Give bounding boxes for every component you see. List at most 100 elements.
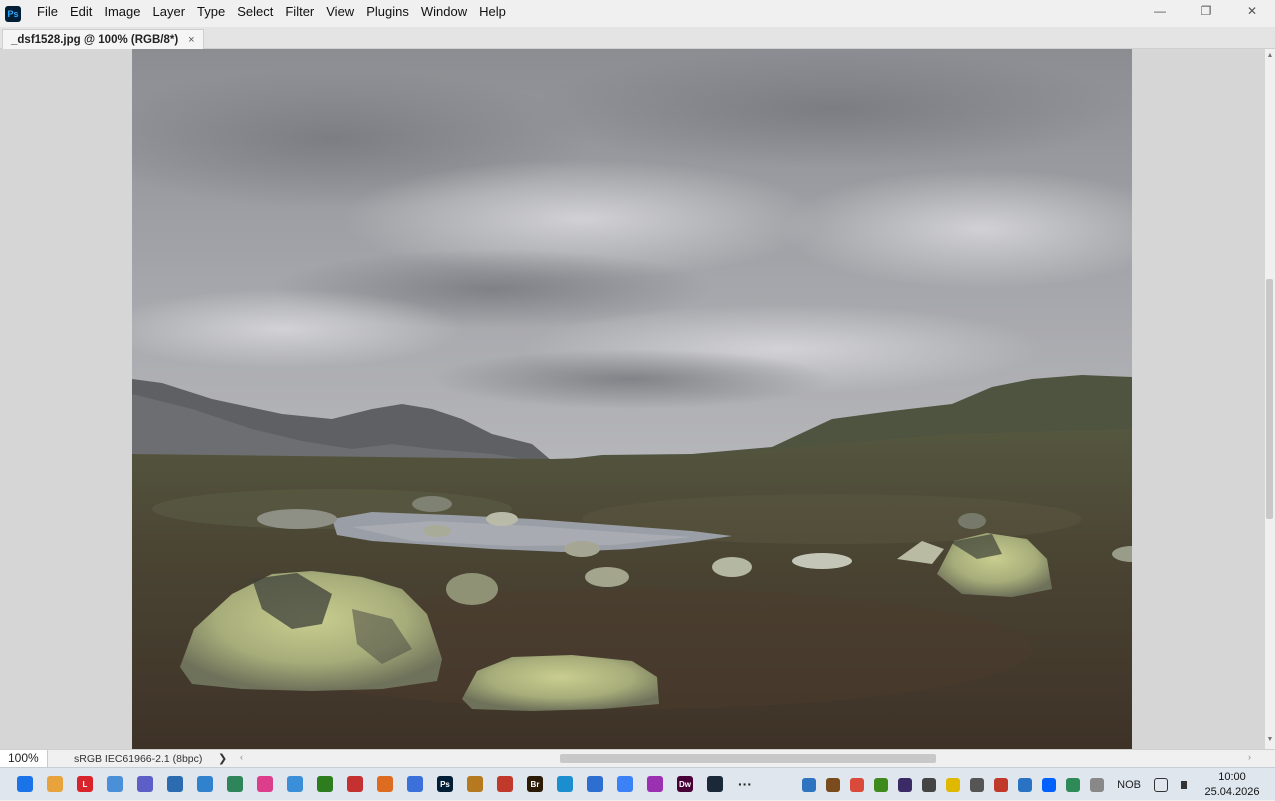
tray-dropbox-icon-glyph <box>1042 777 1057 792</box>
tray-infinity-icon[interactable] <box>917 770 941 800</box>
menu-type[interactable]: Type <box>191 0 231 27</box>
windows-start-icon[interactable] <box>10 769 40 799</box>
display-icon[interactable] <box>1149 770 1173 800</box>
photoshop-icon[interactable]: Ps <box>430 769 460 799</box>
tray-app-2-icon[interactable] <box>821 770 845 800</box>
vertical-scroll-thumb[interactable] <box>1266 279 1273 519</box>
menu-help[interactable]: Help <box>473 0 512 27</box>
clock[interactable]: 10:00 25.04.2026 <box>1197 770 1267 800</box>
tray-app-8-icon[interactable] <box>965 770 989 800</box>
lightroom-red-icon[interactable]: L <box>70 769 100 799</box>
eye-app-icon[interactable] <box>160 769 190 799</box>
window-controls: — ❐ ✕ <box>1137 0 1275 22</box>
document-tab[interactable]: _dsf1528.jpg @ 100% (RGB/8*) × <box>2 29 204 49</box>
tray-app-3-icon[interactable] <box>845 770 869 800</box>
scroll-up-icon[interactable]: ▲ <box>1265 51 1275 61</box>
bridge-icon-glyph: Br <box>527 776 543 792</box>
taskbar-apps: L Ps Br Dw ··· <box>0 769 760 799</box>
screen-capture-icon[interactable] <box>100 769 130 799</box>
tray-weather-icon[interactable] <box>941 770 965 800</box>
volume-icon[interactable] <box>1173 770 1197 800</box>
purple-circle-app-icon-glyph <box>647 776 663 792</box>
edge-browser-icon[interactable] <box>550 769 580 799</box>
diamond-app-icon[interactable] <box>280 769 310 799</box>
tray-app-5-icon[interactable] <box>893 770 917 800</box>
landscape-photo <box>132 49 1132 749</box>
language-indicator[interactable]: NOB <box>1109 779 1149 791</box>
tray-app-10-icon[interactable] <box>1013 770 1037 800</box>
red-circle-app-icon-glyph <box>347 776 363 792</box>
document-tab-bar: _dsf1528.jpg @ 100% (RGB/8*) × <box>0 27 1275 49</box>
paint-app-icon-glyph <box>467 776 483 792</box>
dreamweaver-icon[interactable]: Dw <box>670 769 700 799</box>
triangle-app-icon-glyph <box>377 776 393 792</box>
tray-app-1-icon-glyph <box>802 777 817 792</box>
vertical-scrollbar[interactable]: ▲ ▼ <box>1265 49 1275 749</box>
menu-layer[interactable]: Layer <box>147 0 192 27</box>
close-button[interactable]: ✕ <box>1229 0 1275 22</box>
tray-app-1-icon[interactable] <box>797 770 821 800</box>
menu-window[interactable]: Window <box>415 0 473 27</box>
minimize-button[interactable]: — <box>1137 0 1183 22</box>
tray-send-icon-glyph <box>1090 777 1105 792</box>
network-app-icon[interactable] <box>190 769 220 799</box>
acrobat-icon[interactable] <box>490 769 520 799</box>
tray-send-icon[interactable] <box>1085 770 1109 800</box>
steam-icon[interactable] <box>700 769 730 799</box>
tray-app-5-icon-glyph <box>898 777 913 792</box>
restore-button[interactable]: ❐ <box>1183 0 1229 22</box>
more-apps-icon[interactable]: ··· <box>730 769 760 799</box>
dreamweaver-icon-glyph: Dw <box>677 776 693 792</box>
document-canvas[interactable] <box>132 49 1132 749</box>
menu-view[interactable]: View <box>320 0 360 27</box>
tab-close-icon[interactable]: × <box>188 34 194 46</box>
tray-shield-icon[interactable] <box>1061 770 1085 800</box>
tray-app-10-icon-glyph <box>1018 777 1033 792</box>
menu-select[interactable]: Select <box>231 0 279 27</box>
network-app-icon-glyph <box>197 776 213 792</box>
canvas-workspace[interactable] <box>0 49 1265 749</box>
eye-app-icon-glyph <box>167 776 183 792</box>
tray-nvidia-icon[interactable] <box>869 770 893 800</box>
nvidia-icon[interactable] <box>310 769 340 799</box>
windows-start-icon-glyph <box>17 776 33 792</box>
red-circle-app-icon[interactable] <box>340 769 370 799</box>
tray-dropbox-icon[interactable] <box>1037 770 1061 800</box>
edge-browser-icon-glyph <box>557 776 573 792</box>
zoom-level-field[interactable]: 100% <box>0 750 48 767</box>
document-app-icon-glyph <box>617 776 633 792</box>
status-chevron-icon[interactable]: ❯ <box>218 752 236 765</box>
purple-circle-app-icon[interactable] <box>640 769 670 799</box>
file-explorer-icon[interactable] <box>40 769 70 799</box>
tray-app-8-icon-glyph <box>970 777 985 792</box>
photoshop-icon-glyph: Ps <box>437 776 453 792</box>
tray-app-3-icon-glyph <box>850 777 865 792</box>
code-app-icon[interactable] <box>400 769 430 799</box>
scroll-left-icon[interactable]: ‹ <box>240 752 243 762</box>
color-profile-label: sRGB IEC61966-2.1 (8bpc) <box>74 752 203 765</box>
menu-image[interactable]: Image <box>98 0 146 27</box>
screen-capture-icon-glyph <box>107 776 123 792</box>
scroll-right-icon[interactable]: › <box>1248 752 1251 762</box>
nvidia-icon-glyph <box>317 776 333 792</box>
menu-filter[interactable]: Filter <box>279 0 320 27</box>
warning-app-icon[interactable] <box>220 769 250 799</box>
bridge-icon[interactable]: Br <box>520 769 550 799</box>
tray-app-9-icon[interactable] <box>989 770 1013 800</box>
triangle-app-icon[interactable] <box>370 769 400 799</box>
paint-app-icon[interactable] <box>460 769 490 799</box>
code-app-icon-glyph <box>407 776 423 792</box>
horizontal-scrollbar[interactable]: ‹ › <box>238 752 1263 765</box>
document-app-icon[interactable] <box>610 769 640 799</box>
photo-app-icon[interactable] <box>250 769 280 799</box>
tray-icons <box>797 770 1109 800</box>
scroll-down-icon[interactable]: ▼ <box>1265 735 1275 745</box>
menu-edit[interactable]: Edit <box>64 0 98 27</box>
file-explorer-icon-glyph <box>47 776 63 792</box>
app-tool-icon[interactable] <box>130 769 160 799</box>
menu-plugins[interactable]: Plugins <box>360 0 415 27</box>
horizontal-scroll-thumb[interactable] <box>560 754 936 763</box>
menu-file[interactable]: File <box>31 0 64 27</box>
notes-app-icon[interactable] <box>580 769 610 799</box>
lightroom-red-icon-glyph: L <box>77 776 93 792</box>
